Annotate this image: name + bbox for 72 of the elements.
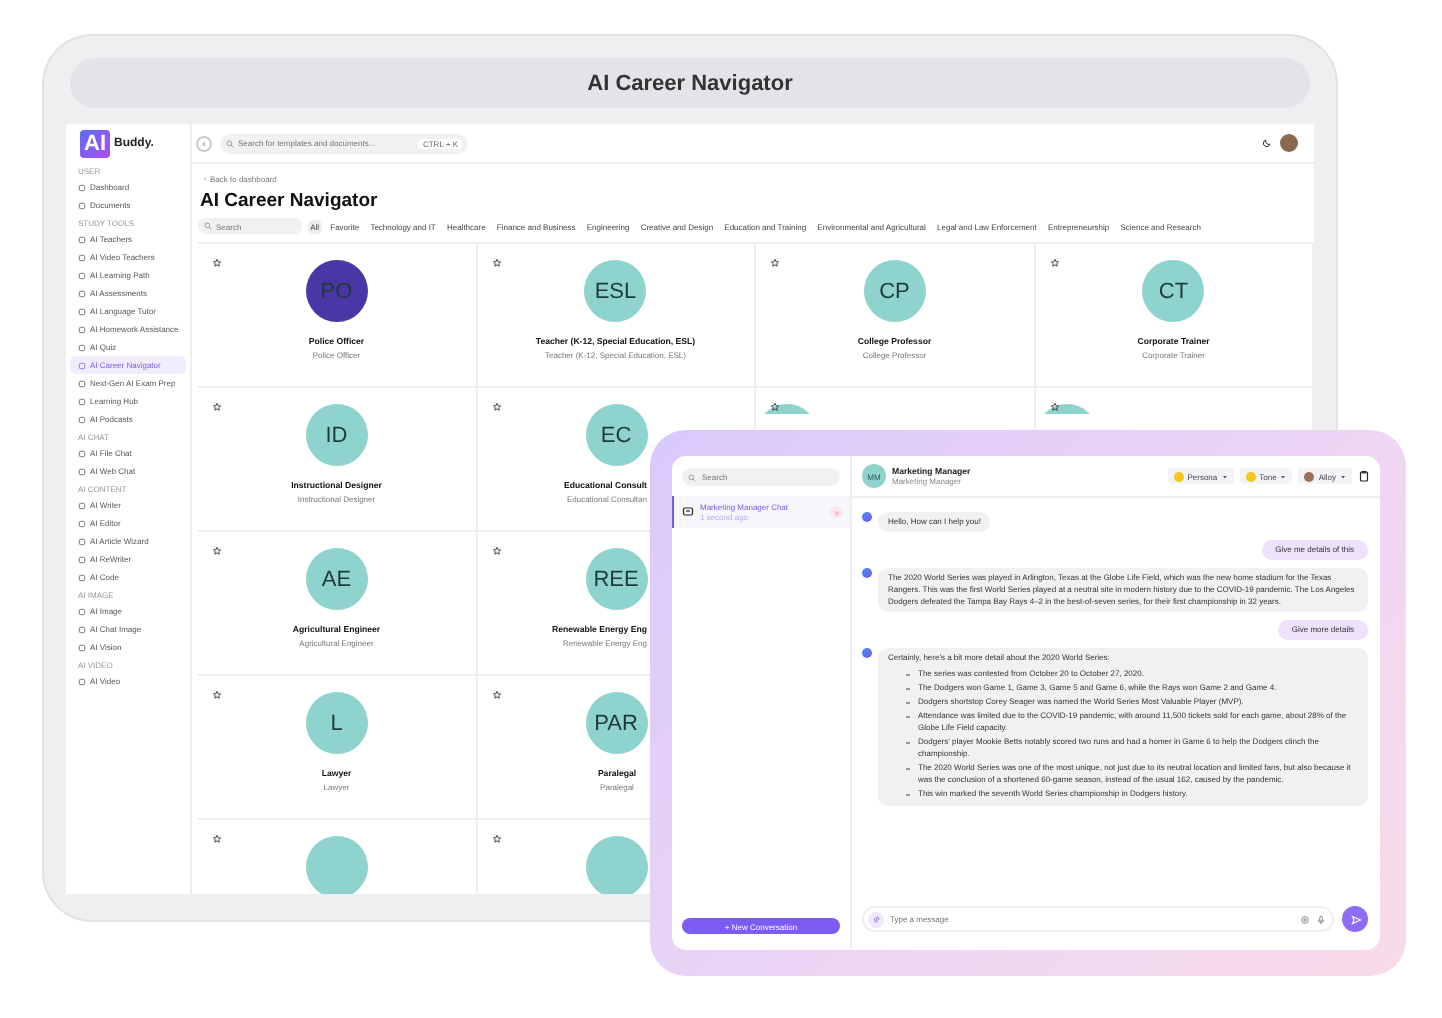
square-icon [78, 519, 86, 527]
smiley-icon [1173, 471, 1184, 481]
send-icon [1349, 913, 1361, 925]
square-icon [78, 235, 86, 243]
avatar: EC [585, 404, 647, 466]
smiley-icon [1245, 471, 1256, 481]
star-icon [491, 258, 501, 268]
moon-icon [1262, 138, 1272, 148]
bot-icon [862, 648, 872, 658]
avatar: PO [305, 260, 368, 322]
star-icon [770, 402, 780, 412]
avatar: CP [863, 260, 926, 322]
trash-icon [833, 509, 839, 515]
square-icon [78, 361, 86, 369]
page-title: AI Career Navigator [200, 190, 378, 212]
microphone-icon [1316, 914, 1326, 924]
square-icon [78, 397, 86, 405]
avatar: ID [305, 404, 368, 466]
user-avatar[interactable] [1280, 134, 1298, 152]
avatar: CT [1142, 260, 1205, 322]
square-icon [78, 537, 86, 545]
send-button[interactable] [1342, 906, 1368, 932]
star-icon [491, 690, 501, 700]
chat-icon [682, 506, 694, 518]
square-icon [78, 467, 86, 475]
avatar: ESL [584, 260, 647, 322]
star-icon [1049, 258, 1059, 268]
square-icon [78, 307, 86, 315]
square-icon [78, 253, 86, 261]
bot-icon [862, 568, 872, 578]
star-icon [1049, 402, 1059, 412]
star-icon [770, 258, 780, 268]
square-icon [78, 555, 86, 563]
star-icon [212, 258, 222, 268]
avatar: REE [585, 548, 647, 610]
square-icon [78, 607, 86, 615]
star-icon [212, 402, 222, 412]
square-icon [78, 677, 86, 685]
settings-icon [1300, 914, 1310, 924]
bot-icon [862, 512, 872, 522]
square-icon [78, 501, 86, 509]
logo-badge: AI [80, 130, 110, 158]
square-icon [78, 325, 86, 333]
square-icon [78, 343, 86, 351]
square-icon [78, 379, 86, 387]
avatar: AE [305, 548, 368, 610]
avatar: PAR [585, 692, 647, 754]
clipboard-icon [1358, 470, 1370, 482]
square-icon [78, 415, 86, 423]
square-icon [78, 449, 86, 457]
avatar [1304, 471, 1315, 481]
square-icon [78, 201, 86, 209]
square-icon [78, 643, 86, 651]
search-icon [204, 222, 212, 230]
avatar: L [305, 692, 368, 754]
star-icon [212, 546, 222, 556]
star-icon [212, 690, 222, 700]
square-icon [78, 573, 86, 581]
square-icon [78, 271, 86, 279]
frame-title: AI Career Navigator [70, 58, 1310, 108]
search-icon [688, 473, 696, 481]
square-icon [78, 289, 86, 297]
star-icon [491, 834, 501, 844]
star-icon [491, 402, 501, 412]
search-icon [226, 139, 234, 147]
delete-button[interactable] [830, 506, 842, 518]
star-icon [212, 834, 222, 844]
collapse-button[interactable] [196, 135, 212, 151]
star-icon [491, 546, 501, 556]
paperclip-icon [872, 915, 880, 923]
square-icon [78, 625, 86, 633]
square-icon [78, 183, 86, 191]
